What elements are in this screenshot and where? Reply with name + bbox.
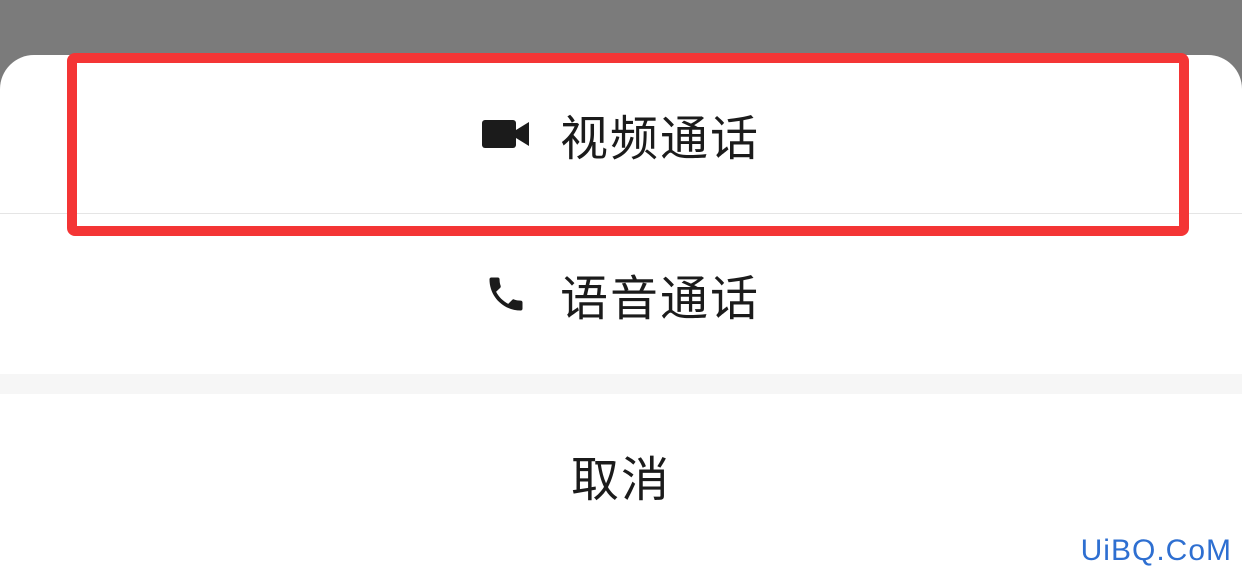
- video-call-option[interactable]: 视频通话: [0, 55, 1242, 213]
- watermark: UiBQ.CoM: [1080, 534, 1232, 567]
- voice-call-label: 语音通话: [559, 271, 760, 327]
- phone-icon: [482, 270, 530, 318]
- voice-call-option[interactable]: 语音通话: [0, 214, 1242, 374]
- cancel-button[interactable]: 取消: [0, 394, 1242, 556]
- section-gap: [0, 374, 1242, 394]
- action-sheet: 视频通话 语音通话 取消: [0, 55, 1242, 576]
- video-call-label: 视频通话: [559, 111, 760, 167]
- video-camera-icon: [481, 110, 530, 158]
